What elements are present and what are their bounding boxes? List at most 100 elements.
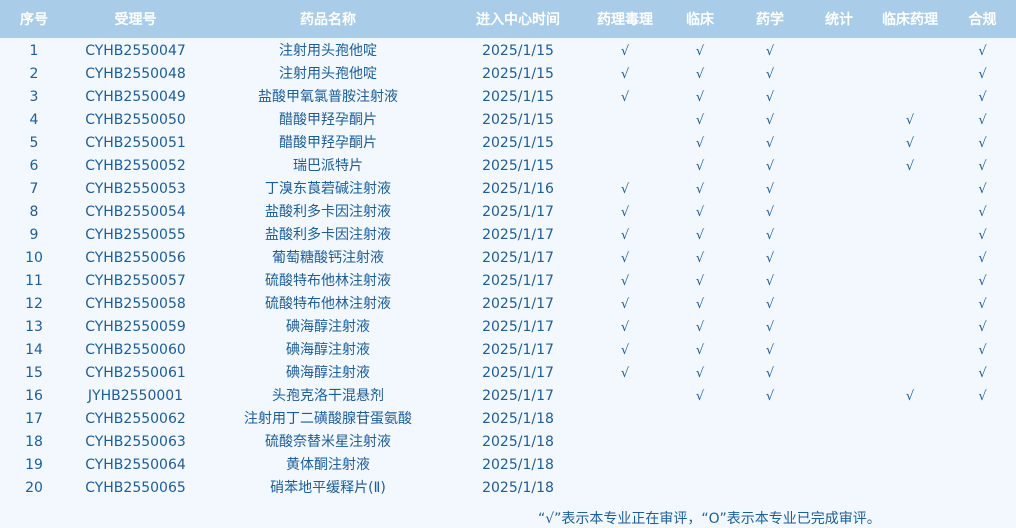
cell-serial-number: 5 [29, 135, 39, 151]
cell-drug-name: 注射用丁二磺酸腺苷蛋氨酸 [244, 411, 412, 427]
cell-clinical-pharmacology [871, 293, 949, 316]
cell-serial-number: 14 [25, 342, 43, 358]
header-pharmacology-toxicology: 药理毒理 [597, 12, 653, 28]
table-row: 4 CYHB2550050 醋酸甲羟孕酮片 2025/1/15 √ √ √ √ [0, 109, 1016, 132]
cell-clinical: √ [695, 320, 705, 335]
cell-serial-number: 13 [25, 319, 43, 335]
cell-statistics [807, 63, 871, 86]
table-row: 10 CYHB2550056 葡萄糖酸钙注射液 2025/1/17 √ √ √ √ [0, 247, 1016, 270]
cell-compliance: √ [978, 320, 987, 335]
cell-statistics [807, 316, 871, 339]
cell-entry-time: 2025/1/17 [482, 204, 554, 220]
table-row: 5 CYHB2550051 醋酸甲羟孕酮片 2025/1/15 √ √ √ √ [0, 132, 1016, 155]
cell-acceptance-number: CYHB2550064 [85, 457, 186, 473]
cell-compliance: √ [978, 159, 987, 174]
cell-entry-time: 2025/1/18 [482, 480, 554, 496]
cell-statistics [807, 224, 871, 247]
cell-compliance: √ [978, 228, 987, 243]
cell-drug-name: 硫酸奈替米星注射液 [265, 434, 391, 450]
cell-pharmaceutics [733, 431, 807, 454]
cell-serial-number: 1 [29, 43, 39, 59]
cell-acceptance-number: CYHB2550051 [85, 135, 186, 151]
cell-pharmaceutics: √ [765, 182, 775, 197]
cell-entry-time: 2025/1/17 [482, 319, 554, 335]
cell-pharmaceutics [733, 454, 807, 477]
cell-clinical-pharmacology [871, 86, 949, 109]
table-row: 11 CYHB2550057 硫酸特布他林注射液 2025/1/17 √ √ √ √ [0, 270, 1016, 293]
cell-drug-name: 硫酸特布他林注射液 [265, 296, 391, 312]
cell-clinical-pharmacology [871, 247, 949, 270]
cell-statistics [807, 454, 871, 477]
cell-statistics [807, 109, 871, 132]
table-row: 6 CYHB2550052 瑞巴派特片 2025/1/15 √ √ √ √ [0, 155, 1016, 178]
cell-serial-number: 20 [25, 480, 43, 496]
cell-pharmacology-toxicology [583, 477, 667, 500]
cell-clinical-pharmacology: √ [905, 113, 915, 128]
table-row: 7 CYHB2550053 丁溴东莨菪碱注射液 2025/1/16 √ √ √ √ [0, 178, 1016, 201]
cell-acceptance-number: CYHB2550053 [85, 181, 186, 197]
cell-pharmaceutics [733, 477, 807, 500]
cell-pharmaceutics: √ [765, 159, 775, 174]
cell-clinical: √ [695, 343, 705, 358]
header-acceptance-number: 受理号 [114, 12, 157, 28]
cell-clinical-pharmacology [871, 63, 949, 86]
cell-serial-number: 17 [25, 411, 43, 427]
cell-entry-time: 2025/1/15 [482, 112, 554, 128]
cell-drug-name: 丁溴东莨菪碱注射液 [265, 181, 391, 197]
cell-serial-number: 2 [29, 66, 39, 82]
cell-compliance: √ [978, 136, 987, 151]
cell-serial-number: 18 [25, 434, 43, 450]
cell-clinical-pharmacology [871, 316, 949, 339]
cell-clinical: √ [695, 389, 705, 404]
cell-acceptance-number: CYHB2550062 [85, 411, 186, 427]
review-status-table: 序号 受理号 药品名称 进入中心时间 药理毒理 临床 药学 统计 临床药理 合规 1 CYHB255… [0, 0, 1016, 500]
table-row: 12 CYHB2550058 硫酸特布他林注射液 2025/1/17 √ √ √ √ [0, 293, 1016, 316]
legend-note: “√”表示本专业正在审评，“O”表示本专业已完成审评。 [538, 511, 881, 527]
table-body: 1 CYHB2550047 注射用头孢他啶 2025/1/15 √ √ √ √ 2 CYHB255… [0, 38, 1016, 500]
cell-serial-number: 8 [29, 204, 39, 220]
header-clinical-pharmacology: 临床药理 [882, 12, 938, 28]
cell-clinical-pharmacology [871, 431, 949, 454]
cell-pharmaceutics: √ [765, 205, 775, 220]
cell-statistics [807, 155, 871, 178]
cell-pharmacology-toxicology [583, 109, 667, 132]
cell-compliance: √ [978, 67, 987, 82]
cell-pharmaceutics: √ [765, 44, 775, 59]
cell-clinical: √ [695, 113, 705, 128]
cell-serial-number: 10 [25, 250, 43, 266]
cell-statistics [807, 201, 871, 224]
cell-clinical-pharmacology [871, 477, 949, 500]
cell-clinical: √ [695, 274, 705, 289]
cell-clinical: √ [695, 159, 705, 174]
cell-statistics [807, 385, 871, 408]
cell-drug-name: 注射用头孢他啶 [279, 43, 377, 59]
cell-pharmaceutics: √ [765, 113, 775, 128]
cell-pharmacology-toxicology [583, 132, 667, 155]
cell-entry-time: 2025/1/17 [482, 250, 554, 266]
cell-compliance: √ [978, 389, 987, 404]
cell-drug-name: 醋酸甲羟孕酮片 [279, 135, 377, 151]
cell-drug-name: 盐酸利多卡因注射液 [265, 204, 391, 220]
cell-clinical [667, 477, 733, 500]
cell-entry-time: 2025/1/16 [482, 181, 554, 197]
cell-pharmacology-toxicology: √ [620, 297, 630, 312]
cell-entry-time: 2025/1/15 [482, 89, 554, 105]
cell-compliance: √ [978, 343, 987, 358]
cell-pharmacology-toxicology [583, 454, 667, 477]
cell-drug-name: 注射用头孢他啶 [279, 66, 377, 82]
cell-drug-name: 盐酸甲氧氯普胺注射液 [258, 89, 398, 105]
header-statistics: 统计 [825, 12, 853, 28]
cell-clinical-pharmacology: √ [905, 159, 915, 174]
cell-acceptance-number: CYHB2550054 [85, 204, 186, 220]
cell-clinical-pharmacology [871, 362, 949, 385]
cell-serial-number: 19 [25, 457, 43, 473]
cell-entry-time: 2025/1/18 [482, 411, 554, 427]
cell-pharmaceutics: √ [765, 251, 775, 266]
cell-compliance: √ [978, 297, 987, 312]
cell-drug-name: 碘海醇注射液 [286, 365, 370, 381]
cell-statistics [807, 270, 871, 293]
table-row: 9 CYHB2550055 盐酸利多卡因注射液 2025/1/17 √ √ √ √ [0, 224, 1016, 247]
cell-clinical: √ [695, 251, 705, 266]
cell-pharmacology-toxicology: √ [620, 251, 630, 266]
cell-entry-time: 2025/1/17 [482, 342, 554, 358]
